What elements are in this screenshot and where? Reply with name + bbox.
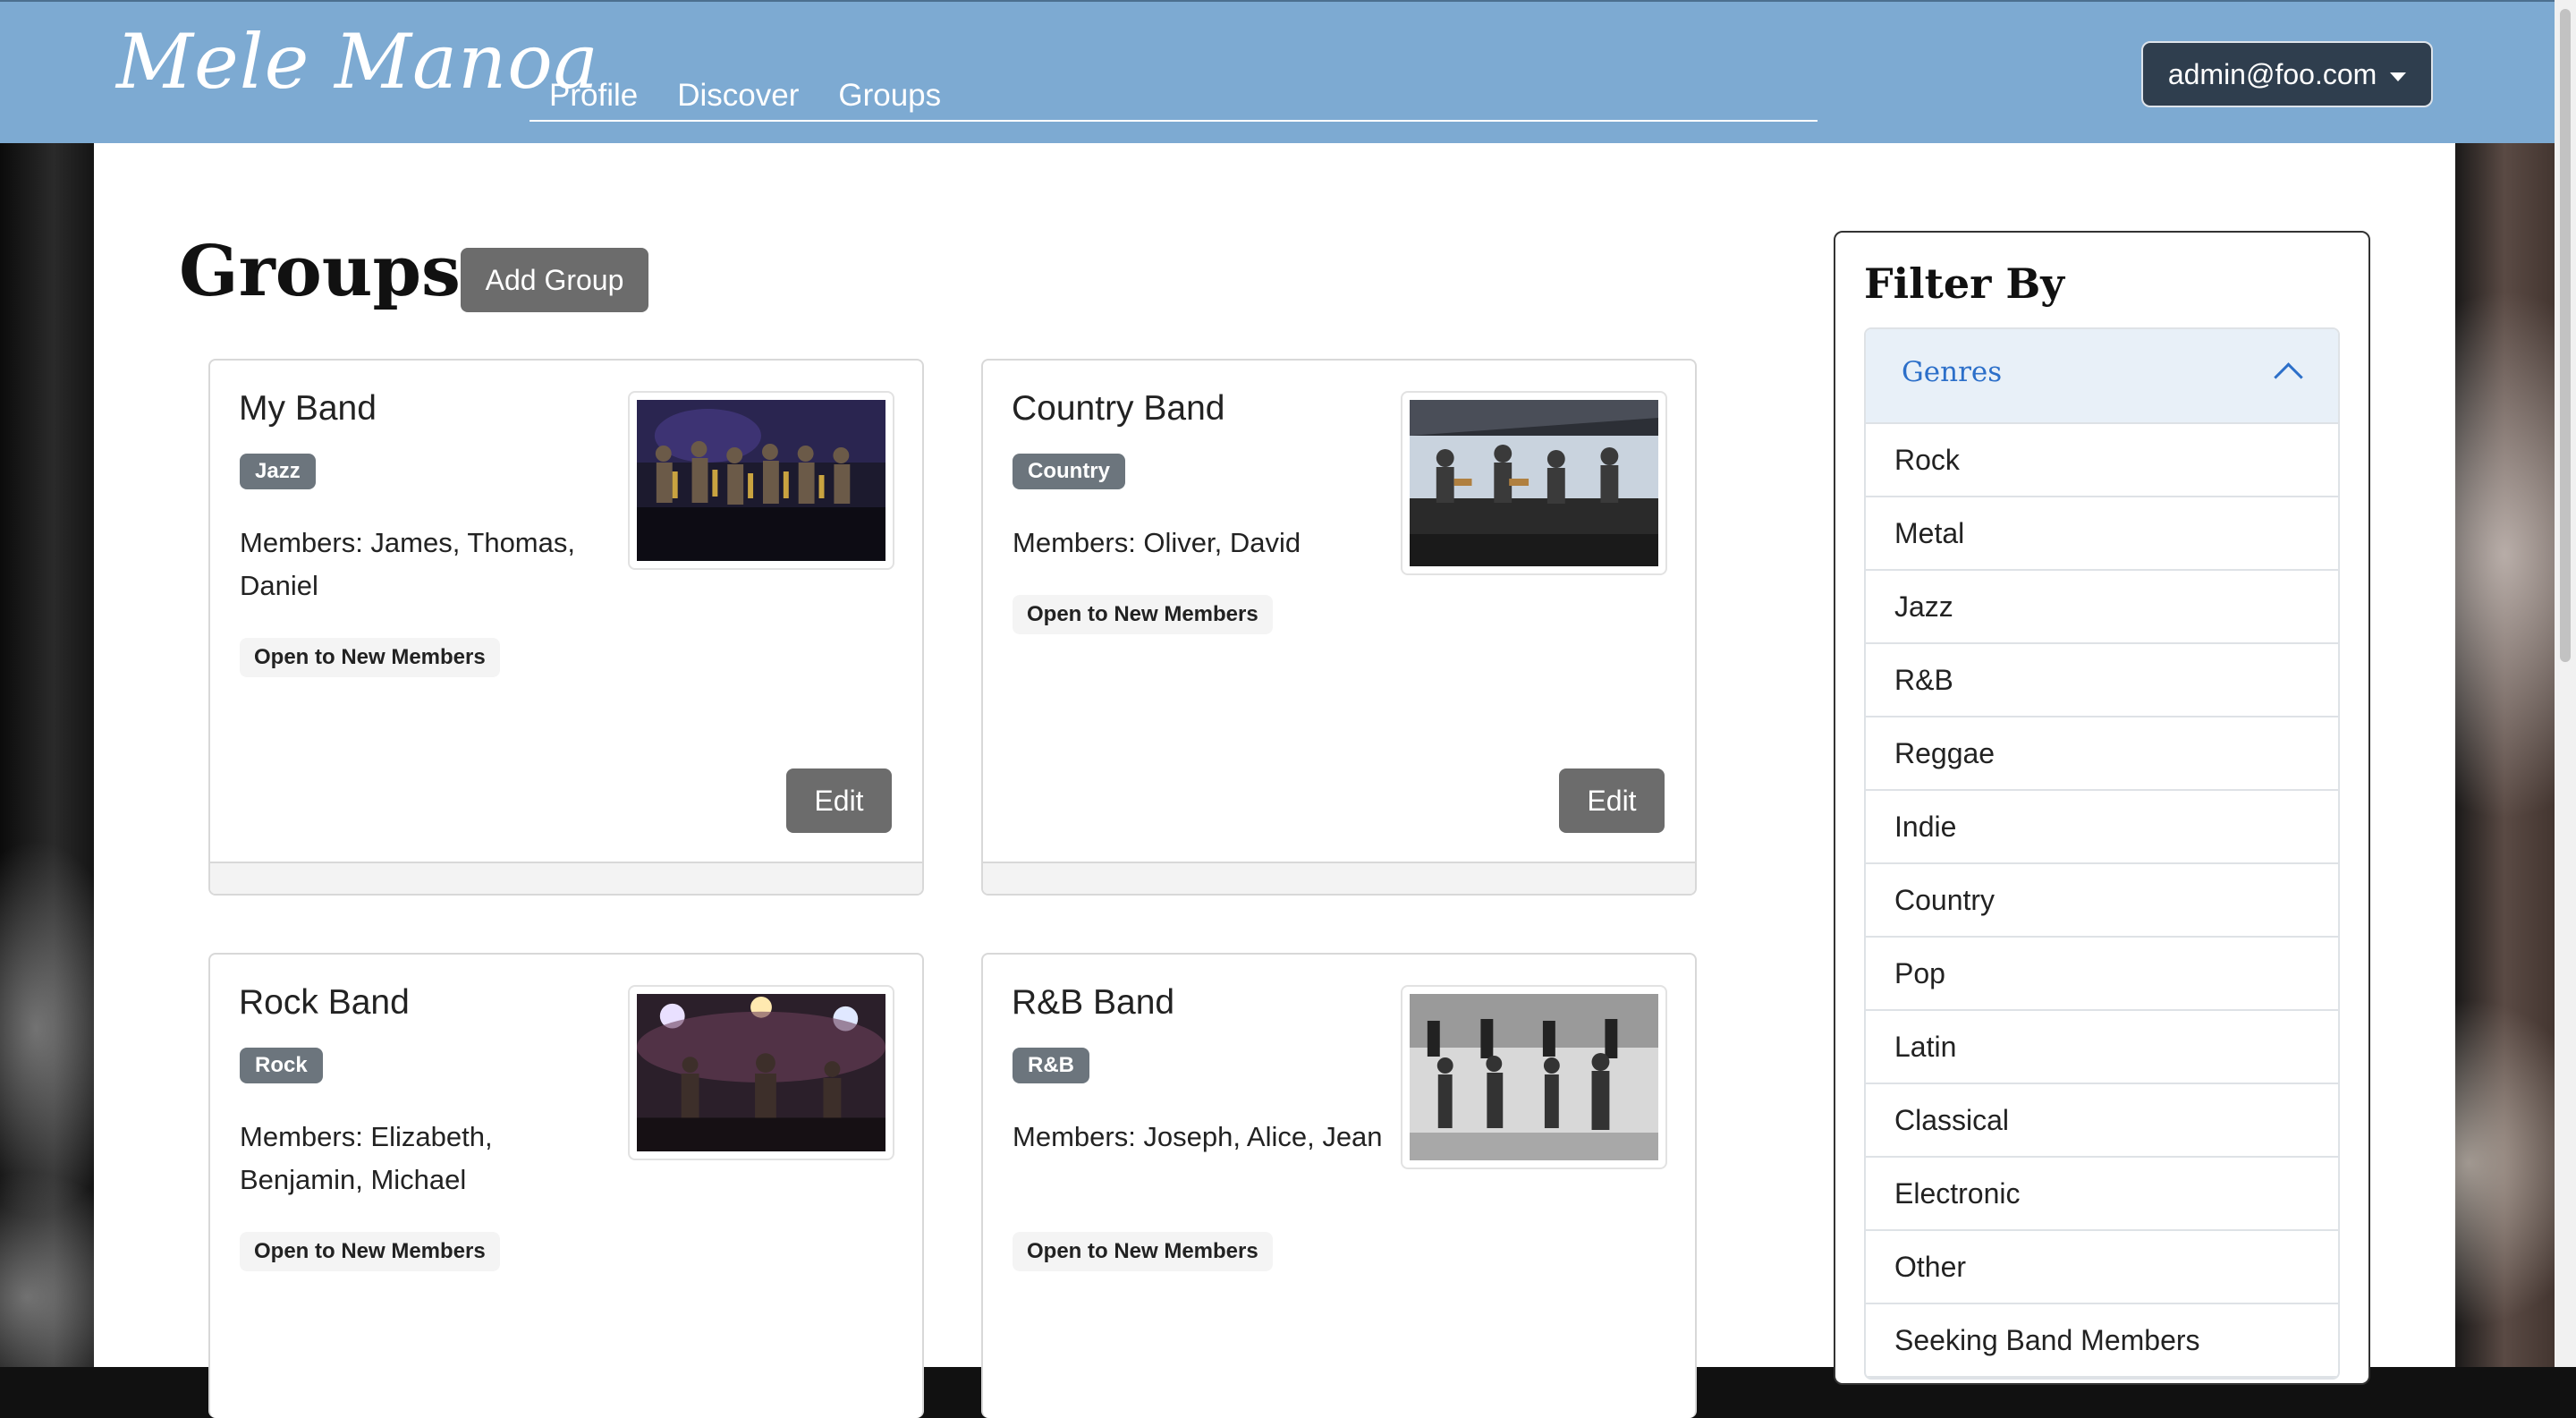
filter-item-country[interactable]: Country xyxy=(1866,864,2338,938)
group-name: R&B Band xyxy=(1012,983,1175,1022)
nav-link-groups[interactable]: Groups xyxy=(838,64,941,120)
group-card: R&B Band R&B Members: Joseph, Alice, Jea… xyxy=(981,953,1697,1418)
status-badge: Open to New Members xyxy=(240,1232,500,1271)
group-members: Members: Joseph, Alice, Jean xyxy=(1013,1121,1383,1152)
group-card: My Band Jazz Members: James, Thomas, Dan… xyxy=(208,359,924,896)
edit-button[interactable]: Edit xyxy=(1559,768,1665,833)
caret-down-icon xyxy=(2390,72,2407,81)
chevron-up-icon xyxy=(2274,362,2303,392)
nav-link-discover[interactable]: Discover xyxy=(677,64,799,120)
group-members: Members: James, Thomas, Daniel xyxy=(240,527,575,601)
accordion-header-label: Genres xyxy=(1902,356,2003,388)
genre-badge: Jazz xyxy=(240,454,316,489)
filter-item-metal[interactable]: Metal xyxy=(1866,497,2338,571)
filter-item-reggae[interactable]: Reggae xyxy=(1866,717,2338,791)
filter-item-electronic[interactable]: Electronic xyxy=(1866,1158,2338,1231)
site-logo[interactable]: Mele Manoa xyxy=(116,18,599,106)
group-name: Rock Band xyxy=(239,983,410,1022)
genre-badge: Country xyxy=(1013,454,1125,489)
nav-link-profile[interactable]: Profile xyxy=(549,64,638,120)
group-members: Members: Oliver, David xyxy=(1013,527,1301,558)
group-image xyxy=(628,391,894,570)
genre-badge: Rock xyxy=(240,1048,323,1083)
nav-links: Profile Discover Groups xyxy=(530,64,1818,122)
filter-item-latin[interactable]: Latin xyxy=(1866,1011,2338,1084)
accordion-header-genres[interactable]: Genres xyxy=(1866,329,2338,424)
card-footer xyxy=(983,862,1695,894)
filter-title: Filter By xyxy=(1864,259,2064,308)
navbar: Mele Manoa Profile Discover Groups admin… xyxy=(0,0,2576,143)
group-card: Country Band Country Members: Oliver, Da… xyxy=(981,359,1697,896)
status-badge: Open to New Members xyxy=(1013,1232,1273,1271)
group-image xyxy=(1401,985,1667,1169)
genre-badge: R&B xyxy=(1013,1048,1089,1083)
group-name: Country Band xyxy=(1012,389,1225,428)
status-badge: Open to New Members xyxy=(240,638,500,677)
filter-item-rock[interactable]: Rock xyxy=(1866,424,2338,497)
add-group-button[interactable]: Add Group xyxy=(461,248,648,312)
scrollbar-thumb[interactable] xyxy=(2560,9,2571,662)
filter-item-rnb[interactable]: R&B xyxy=(1866,644,2338,717)
user-menu-button[interactable]: admin@foo.com xyxy=(2141,41,2433,107)
card-footer xyxy=(210,862,922,894)
group-name: My Band xyxy=(239,389,377,428)
filter-item-pop[interactable]: Pop xyxy=(1866,938,2338,1011)
user-menu-label: admin@foo.com xyxy=(2167,58,2377,90)
filter-item-jazz[interactable]: Jazz xyxy=(1866,571,2338,644)
filter-item-classical[interactable]: Classical xyxy=(1866,1084,2338,1158)
page-title: Groups xyxy=(179,231,461,312)
filter-item-other[interactable]: Other xyxy=(1866,1231,2338,1304)
filter-item-indie[interactable]: Indie xyxy=(1866,791,2338,864)
group-members: Members: Elizabeth, Benjamin, Michael xyxy=(240,1121,493,1195)
page-scrollbar[interactable] xyxy=(2555,0,2576,1367)
group-image xyxy=(1401,391,1667,575)
genre-accordion: Genres Rock Metal Jazz R&B Reggae Indie … xyxy=(1864,327,2340,1380)
status-badge: Open to New Members xyxy=(1013,595,1273,634)
group-card: Rock Band Rock Members: Elizabeth, Benja… xyxy=(208,953,924,1418)
filter-panel: Filter By Genres Rock Metal Jazz R&B Reg… xyxy=(1834,231,2370,1385)
edit-button[interactable]: Edit xyxy=(786,768,892,833)
group-image xyxy=(628,985,894,1160)
